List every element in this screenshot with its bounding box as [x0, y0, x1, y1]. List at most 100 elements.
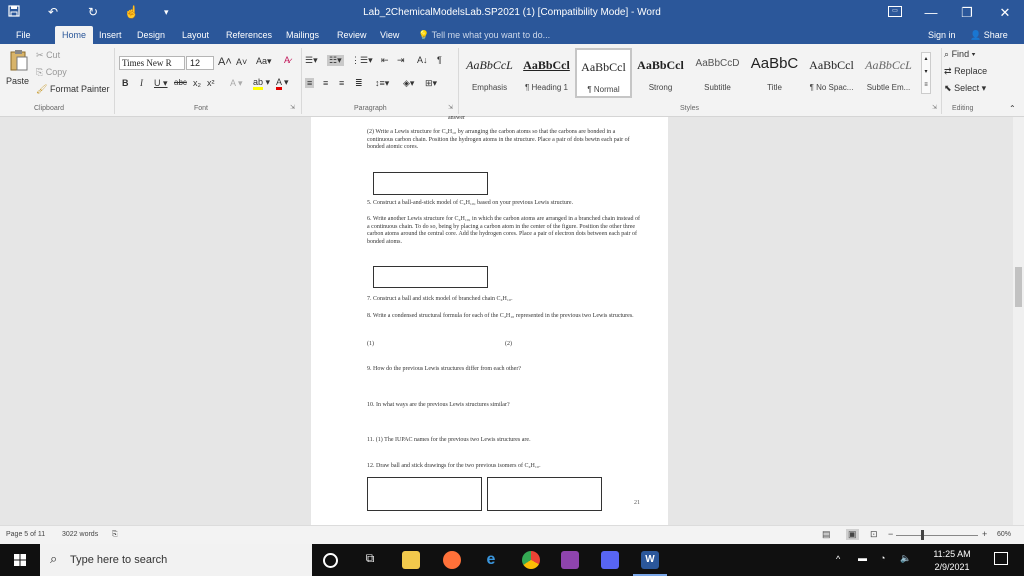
styles-dialog-launcher-icon[interactable]: ⇲ — [932, 104, 937, 111]
web-layout-icon[interactable]: ⊡ — [870, 529, 878, 540]
shading-icon[interactable]: ◈▾ — [403, 78, 414, 89]
word-icon[interactable]: W — [641, 551, 659, 569]
share-button[interactable]: 👤 Share — [970, 26, 1008, 44]
show-formatting-marks-icon[interactable]: ¶ — [437, 55, 442, 65]
battery-icon[interactable]: ▬ — [858, 553, 867, 563]
collapse-ribbon-icon[interactable]: ⌃ — [1009, 104, 1016, 113]
answer-box[interactable] — [373, 266, 488, 288]
style-heading-1[interactable]: AaBbCcl ¶ Heading 1 — [518, 48, 575, 98]
line-spacing-icon[interactable]: ↕≡▾ — [375, 78, 389, 89]
tab-home[interactable]: Home — [55, 26, 94, 44]
font-dialog-launcher-icon[interactable]: ⇲ — [290, 104, 295, 111]
more-styles-icon[interactable]: ≡ — [922, 79, 930, 92]
bullets-icon[interactable]: ☰▾ — [305, 55, 318, 66]
multilevel-list-icon[interactable]: ⋮☰▾ — [351, 55, 373, 66]
tab-review[interactable]: Review — [337, 26, 367, 44]
read-mode-icon[interactable]: ▤ — [822, 529, 831, 540]
firefox-icon[interactable] — [443, 551, 461, 569]
paste-icon[interactable] — [9, 48, 29, 74]
touch-mode-icon[interactable]: ☝ — [124, 5, 139, 19]
styles-gallery-scroll[interactable]: ▴ ▾ ≡ — [921, 52, 931, 94]
change-case-icon[interactable]: Aa▾ — [256, 56, 272, 67]
word-count[interactable]: 3022 words — [62, 531, 98, 538]
customize-toolbar-icon[interactable]: ▾ — [164, 7, 169, 18]
app-icon[interactable] — [561, 551, 579, 569]
print-layout-icon[interactable]: ▣ — [846, 529, 859, 540]
zoom-slider-thumb[interactable] — [921, 530, 924, 540]
tab-file[interactable]: File — [16, 26, 31, 44]
style-normal[interactable]: AaBbCcl ¶ Normal — [575, 48, 632, 98]
cortana-icon[interactable] — [323, 553, 338, 568]
zoom-level[interactable]: 60% — [997, 531, 1011, 538]
answer-box[interactable] — [373, 172, 488, 195]
decrease-indent-icon[interactable]: ⇤ — [381, 55, 389, 66]
highlight-color-icon[interactable]: ab ▾ — [253, 77, 270, 90]
font-color-icon[interactable]: A ▾ — [276, 77, 289, 90]
numbering-icon[interactable]: ☷▾ — [327, 55, 344, 66]
increase-indent-icon[interactable]: ⇥ — [397, 55, 405, 66]
align-center-icon[interactable]: ≡ — [323, 78, 328, 88]
chevron-up-icon[interactable]: ^ — [836, 554, 840, 564]
superscript-icon[interactable]: x² — [207, 78, 215, 88]
notifications-icon[interactable] — [994, 552, 1008, 565]
task-view-icon[interactable]: ⧉ — [361, 551, 379, 569]
align-right-icon[interactable]: ≡ — [339, 78, 344, 88]
sign-in-link[interactable]: Sign in — [928, 26, 956, 44]
chevron-up-icon[interactable]: ▴ — [922, 53, 930, 66]
zoom-in-icon[interactable]: + — [982, 529, 987, 539]
style-subtitle[interactable]: AaBbCcD Subtitle — [689, 48, 746, 98]
tab-references[interactable]: References — [226, 26, 272, 44]
style-no-spacing[interactable]: AaBbCcl ¶ No Spac... — [803, 48, 860, 98]
select-button[interactable]: ⬉ Select ▾ — [944, 83, 986, 94]
zoom-slider[interactable] — [896, 535, 978, 536]
scrollbar-thumb[interactable] — [1015, 267, 1022, 307]
replace-button[interactable]: ⇄ Replace — [944, 66, 987, 77]
font-name-field[interactable]: Times New R — [119, 56, 185, 70]
copy-button[interactable]: ⎘ Copy — [36, 67, 67, 78]
discord-icon[interactable] — [601, 551, 619, 569]
style-subtle-emphasis[interactable]: AaBbCcL Subtle Em... — [860, 48, 917, 98]
undo-icon[interactable]: ↶ — [48, 5, 58, 19]
format-painter-button[interactable]: 🖌 Format Painter — [36, 84, 109, 95]
page-indicator[interactable]: Page 5 of 11 — [6, 531, 45, 538]
style-emphasis[interactable]: AaBbCcL Emphasis — [461, 48, 518, 98]
style-strong[interactable]: AaBbCcl Strong — [632, 48, 689, 98]
strikethrough-icon[interactable]: abc — [174, 78, 187, 87]
file-explorer-icon[interactable] — [402, 551, 420, 569]
align-left-icon[interactable]: ≡ — [305, 78, 315, 88]
volume-icon[interactable]: 🔈 — [900, 553, 911, 564]
tell-me-search[interactable]: 💡 Tell me what you want to do... — [418, 26, 550, 44]
paragraph-dialog-launcher-icon[interactable]: ⇲ — [448, 104, 453, 111]
shrink-font-icon[interactable]: A˅ — [236, 57, 247, 67]
tab-view[interactable]: View — [380, 26, 399, 44]
tab-layout[interactable]: Layout — [182, 26, 209, 44]
underline-icon[interactable]: U ▾ — [154, 78, 168, 89]
restore-button[interactable]: ❐ — [952, 3, 982, 23]
justify-icon[interactable]: ≣ — [355, 78, 363, 89]
style-title[interactable]: AaBbC Title — [746, 48, 803, 98]
bold-icon[interactable]: B — [122, 78, 129, 88]
clear-formatting-icon[interactable]: A̷ — [284, 55, 290, 65]
minimize-button[interactable]: — — [916, 3, 946, 23]
tab-design[interactable]: Design — [137, 26, 165, 44]
zoom-out-icon[interactable]: − — [888, 529, 893, 539]
sort-icon[interactable]: A↓ — [417, 55, 428, 65]
find-button[interactable]: ⌕ Find ▾ — [944, 49, 975, 60]
italic-icon[interactable]: I — [140, 78, 143, 88]
start-button[interactable] — [0, 544, 40, 576]
edge-icon[interactable]: e — [482, 551, 500, 569]
document-page[interactable]: answer (2) Write a Lewis structure for C… — [311, 115, 668, 525]
answer-box[interactable] — [367, 477, 482, 511]
answer-box[interactable] — [487, 477, 602, 511]
text-effects-icon[interactable]: A ▾ — [230, 78, 243, 89]
font-size-field[interactable]: 12 — [186, 56, 214, 70]
tab-insert[interactable]: Insert — [99, 26, 122, 44]
grow-font-icon[interactable]: A˄ — [218, 56, 232, 68]
taskbar-clock[interactable]: 11:25 AM 2/9/2021 — [920, 549, 984, 572]
cut-button[interactable]: ✂ Cut — [36, 50, 60, 61]
taskbar-search[interactable]: ⌕ Type here to search — [40, 544, 312, 576]
ribbon-display-options-icon[interactable]: ▭ — [888, 6, 902, 17]
chrome-icon[interactable] — [522, 551, 540, 569]
chevron-down-icon[interactable]: ▾ — [922, 66, 930, 79]
borders-icon[interactable]: ⊞▾ — [425, 78, 437, 89]
